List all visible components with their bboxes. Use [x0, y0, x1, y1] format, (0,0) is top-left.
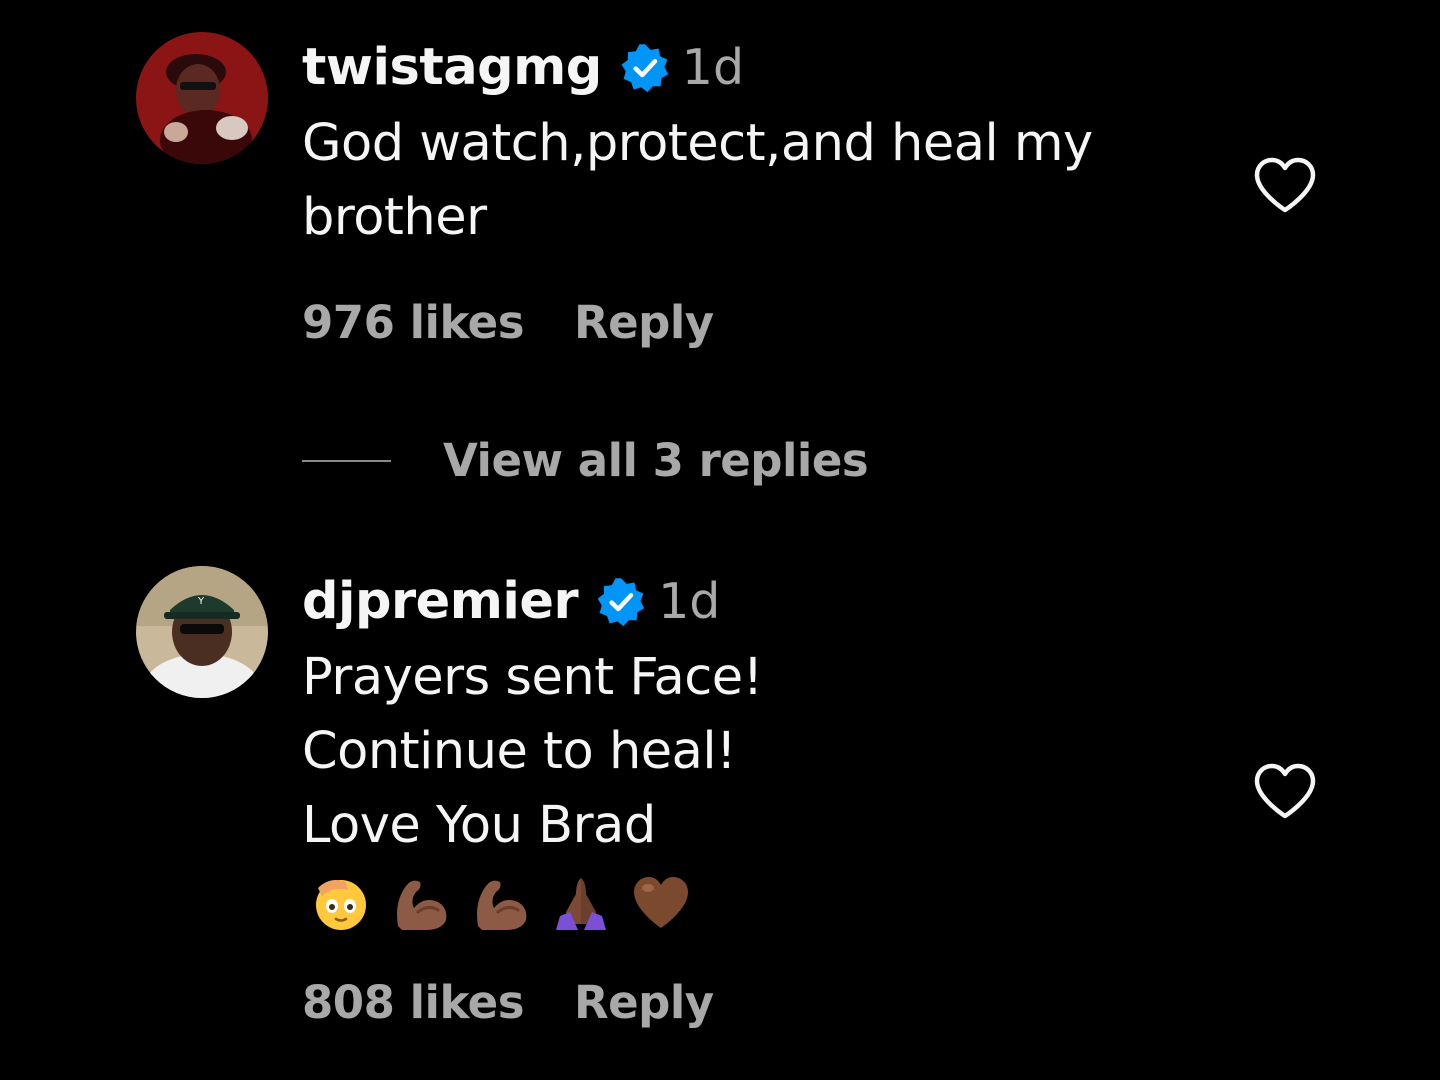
- likes-count[interactable]: 808 likes: [302, 976, 524, 1029]
- replies-divider: [302, 459, 391, 462]
- emoji-row: [310, 872, 692, 934]
- view-replies-label[interactable]: View all 3 replies: [443, 434, 869, 487]
- username[interactable]: djpremier: [302, 572, 579, 631]
- reply-button[interactable]: Reply: [574, 296, 714, 349]
- comment-text-line: God watch,protect,and heal my: [302, 114, 1093, 173]
- comment-header: djpremier 1d: [302, 572, 720, 631]
- svg-text:Y: Y: [197, 596, 205, 607]
- avatar-twistagmg[interactable]: [136, 32, 268, 164]
- comment-header: twistagmg 1d: [302, 38, 744, 97]
- comment-meta: 976 likes Reply: [302, 296, 714, 349]
- brown-heart-emoji: [630, 872, 692, 934]
- comment-time: 1d: [658, 573, 721, 630]
- username[interactable]: twistagmg: [302, 38, 602, 97]
- comment-text-line: Continue to heal!: [302, 722, 737, 781]
- verified-badge-icon: [620, 43, 670, 93]
- avatar-djpremier[interactable]: Y: [136, 566, 268, 698]
- like-heart-icon[interactable]: [1252, 156, 1318, 216]
- saluting-face-emoji: [310, 872, 372, 934]
- comment-text-line: Prayers sent Face!: [302, 648, 763, 707]
- reply-button[interactable]: Reply: [574, 976, 714, 1029]
- likes-count[interactable]: 976 likes: [302, 296, 524, 349]
- view-replies-button[interactable]: View all 3 replies: [302, 434, 869, 487]
- folded-hands-emoji: [550, 872, 612, 934]
- flexed-biceps-emoji: [470, 872, 532, 934]
- comment-text-line: brother: [302, 188, 487, 247]
- like-heart-icon[interactable]: [1252, 762, 1318, 822]
- comment-text-line: Love You Brad: [302, 796, 656, 855]
- verified-badge-icon: [596, 577, 646, 627]
- comment-time: 1d: [681, 39, 745, 96]
- comment-meta: 808 likes Reply: [302, 976, 714, 1029]
- flexed-biceps-emoji: [390, 872, 452, 934]
